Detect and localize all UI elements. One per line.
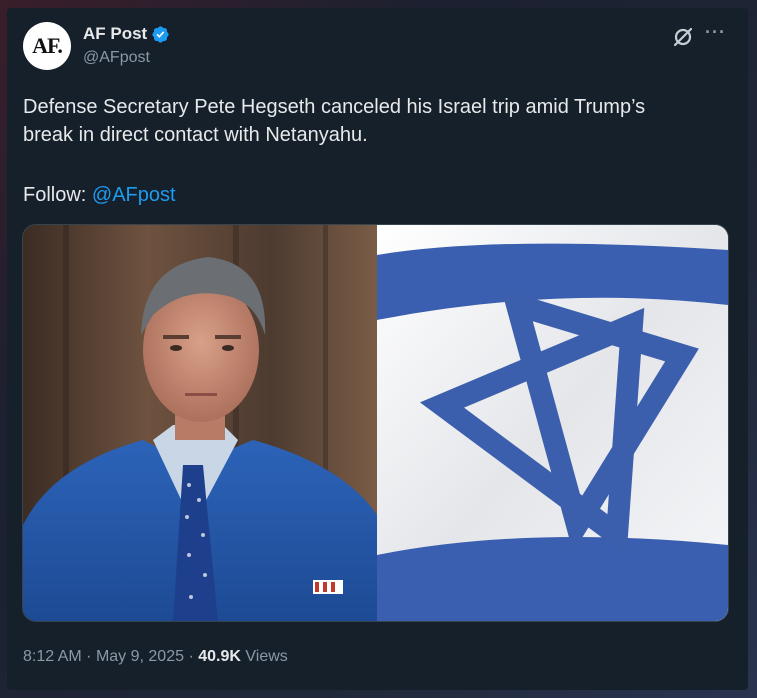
tweet-text-line-1: Defense Secretary Pete Hegseth canceled … [23, 96, 646, 118]
follow-label: Follow: [23, 184, 92, 206]
meta-separator: · [86, 648, 92, 665]
verified-badge-icon [152, 25, 169, 43]
tweet-meta: 8:12 AM · May 9, 2025 · 40.9K Views [23, 648, 288, 666]
screenshot-frame: AF. AF Post @AFpost ··· Defense Secretar… [0, 0, 757, 698]
follow-line: Follow: @AFpost [23, 181, 176, 209]
author-handle[interactable]: @AFpost [83, 49, 150, 67]
israel-flag-illustration [377, 225, 728, 621]
views-label: Views [245, 648, 288, 665]
more-options-icon[interactable]: ··· [705, 22, 726, 43]
tweet-text-line-2: break in direct contact with Netanyahu. [23, 124, 368, 146]
author-name-row: AF Post [83, 24, 170, 44]
israel-flag-photo[interactable] [377, 225, 728, 621]
tweet-card[interactable]: AF. AF Post @AFpost ··· Defense Secretar… [7, 8, 748, 690]
grok-icon[interactable] [671, 25, 695, 49]
meta-separator: · [188, 648, 194, 665]
display-name[interactable]: AF Post [83, 24, 147, 44]
tweet-text: Defense Secretary Pete Hegseth canceled … [23, 93, 723, 149]
tweet-time[interactable]: 8:12 AM [23, 648, 82, 665]
follow-mention-link[interactable]: @AFpost [92, 184, 176, 206]
views-count: 40.9K [198, 648, 241, 665]
avatar[interactable]: AF. [23, 22, 71, 70]
portrait-illustration [23, 225, 377, 621]
tweet-date[interactable]: May 9, 2025 [96, 648, 184, 665]
portrait-photo[interactable] [23, 225, 377, 621]
tweet-media[interactable] [22, 224, 729, 622]
